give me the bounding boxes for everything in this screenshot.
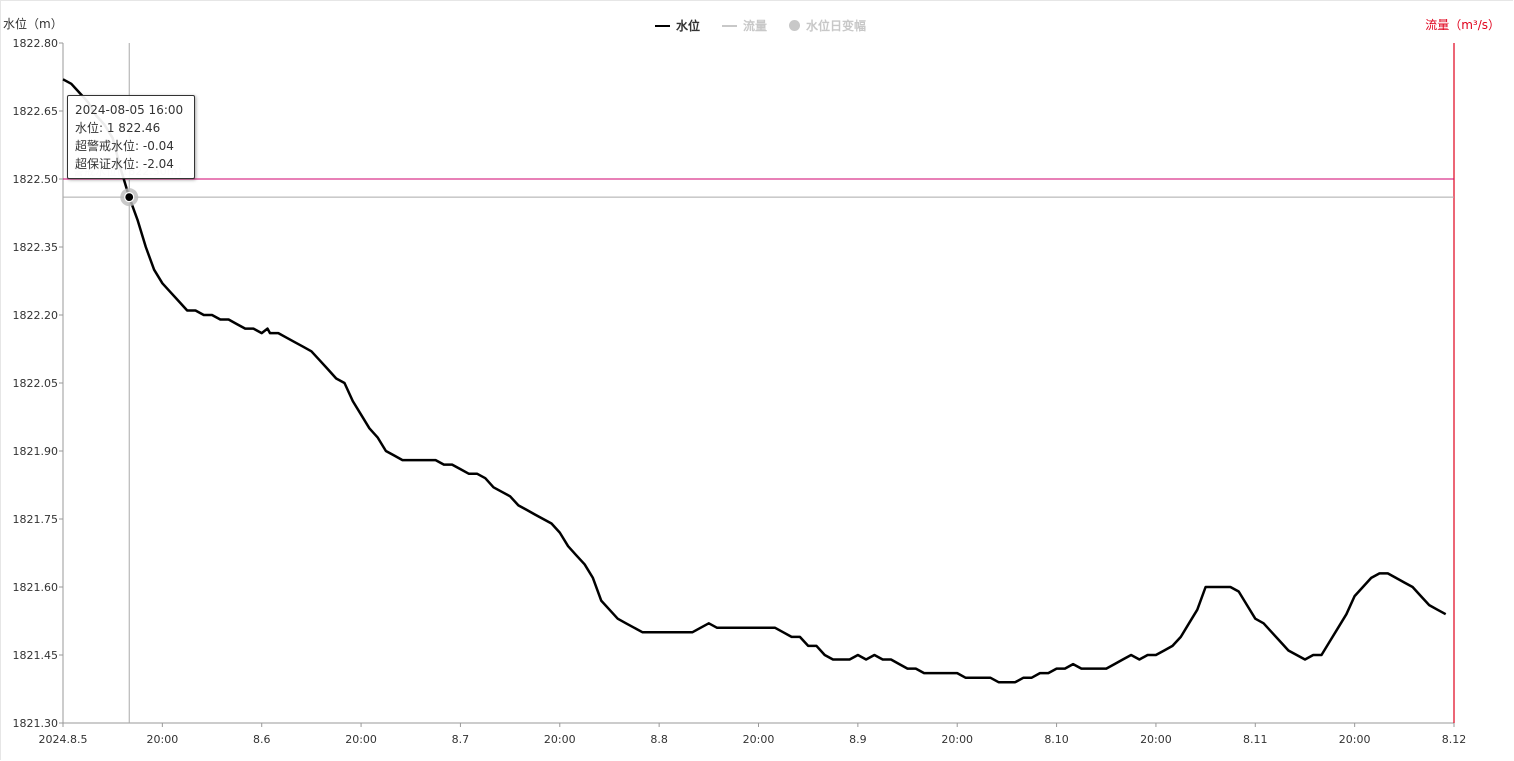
- y-tick-label: 1821.75: [13, 513, 59, 526]
- y-tick-label: 1822.50: [13, 173, 59, 186]
- y-tick-label: 1821.60: [13, 581, 59, 594]
- x-tick-label: 20:00: [544, 733, 576, 746]
- x-tick-label: 20:00: [941, 733, 973, 746]
- x-tick-label: 8.9: [849, 733, 867, 746]
- tooltip-time: 2024-08-05 16:00: [75, 103, 184, 117]
- x-tick-label: 20:00: [1140, 733, 1172, 746]
- x-tick-label: 8.8: [650, 733, 668, 746]
- x-tick-label: 20:00: [147, 733, 179, 746]
- tooltip-level: 水位: 1 822.46: [75, 121, 161, 135]
- data-tooltip: 2024-08-05 16:00 水位: 1 822.46 超警戒水位: -0.…: [67, 95, 195, 179]
- y-tick-label: 1822.05: [13, 377, 59, 390]
- x-tick-label: 8.11: [1243, 733, 1268, 746]
- x-tick-label: 8.7: [452, 733, 470, 746]
- water-level-series-line: [62, 78, 1447, 684]
- y-tick-label: 1821.90: [13, 445, 59, 458]
- x-tick-label: 2024.8.5: [39, 733, 88, 746]
- tooltip-over-guarantee: 超保证水位: -2.04: [75, 157, 174, 171]
- y-tick-label: 1821.30: [13, 717, 59, 730]
- y-tick-label: 1821.45: [13, 649, 59, 662]
- x-tick-label: 8.12: [1442, 733, 1467, 746]
- x-tick-label: 8.10: [1044, 733, 1069, 746]
- x-tick-label: 20:00: [345, 733, 377, 746]
- x-tick-label: 20:00: [1339, 733, 1371, 746]
- y-tick-label: 1822.35: [13, 241, 59, 254]
- y-tick-label: 1822.65: [13, 105, 59, 118]
- highlight-point: [124, 192, 135, 203]
- y-tick-label: 1822.80: [13, 37, 59, 50]
- x-tick-label: 8.6: [253, 733, 271, 746]
- y-tick-label: 1822.20: [13, 309, 59, 322]
- plot-area[interactable]: 1822.80 1822.65 1822.50 1822.35 1822.20 1822.…: [0, 0, 1514, 761]
- tooltip-over-warning: 超警戒水位: -0.04: [75, 139, 174, 153]
- x-tick-label: 20:00: [743, 733, 775, 746]
- water-level-chart: 水位（m） 流量（m³/s） 水位 流量 水位日变幅 1822.80 1822.6…: [0, 0, 1514, 761]
